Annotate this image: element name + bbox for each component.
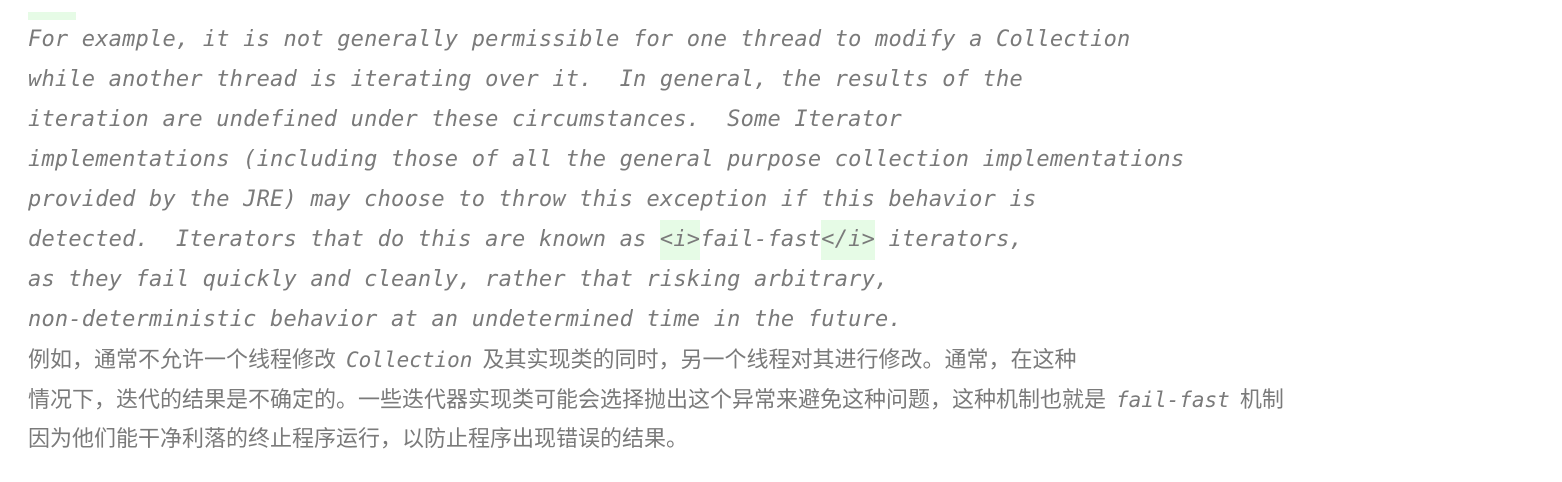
line6-before: detected. Iterators that do this are kno… [28,227,660,252]
zh1-after: 及其实现类的同时，另一个线程对其进行修改。通常，在这种 [482,348,1077,373]
comment-line-8: non-deterministic behavior at an undeter… [28,307,902,332]
comment-line-5: provided by the JRE) may choose to throw… [28,187,1037,212]
zh2-after: 机制 [1239,388,1284,413]
zh1-code-collection: Collection [346,348,473,372]
zh2-code-fail-fast: fail-fast [1116,388,1230,412]
comment-line-6: detected. Iterators that do this are kno… [28,220,1548,260]
line6-after: iterators, [875,227,1023,252]
html-tag-open: <i> [659,220,701,260]
comment-line-1: For example, it is not generally permiss… [28,27,1131,52]
html-tag-close: </i> [821,220,876,260]
zh2-before: 情况下，迭代的结果是不确定的。一些迭代器实现类可能会选择抛出这个异常来避免这种问… [28,388,1107,413]
comment-line-2: while another thread is iterating over i… [28,67,1023,92]
comment-line-7: as they fail quickly and cleanly, rather… [28,267,889,292]
zh1-before: 例如，通常不允许一个线程修改 [28,348,337,373]
highlight-marker [28,12,76,20]
translation-line-2: 情况下，迭代的结果是不确定的。一些迭代器实现类可能会选择抛出这个异常来避免这种问… [28,380,1548,420]
translation-line-1: 例如，通常不允许一个线程修改 Collection 及其实现类的同时，另一个线程对其… [28,340,1548,380]
translation-line-3: 因为他们能干净利落的终止程序运行，以防止程序出现错误的结果。 [28,427,689,452]
doc-comment-block: For example, it is not generally permiss… [28,20,1548,460]
comment-line-3: iteration are undefined under these circ… [28,107,902,132]
comment-line-4: implementations (including those of all … [28,147,1185,172]
fail-fast-term: fail-fast [700,227,822,252]
